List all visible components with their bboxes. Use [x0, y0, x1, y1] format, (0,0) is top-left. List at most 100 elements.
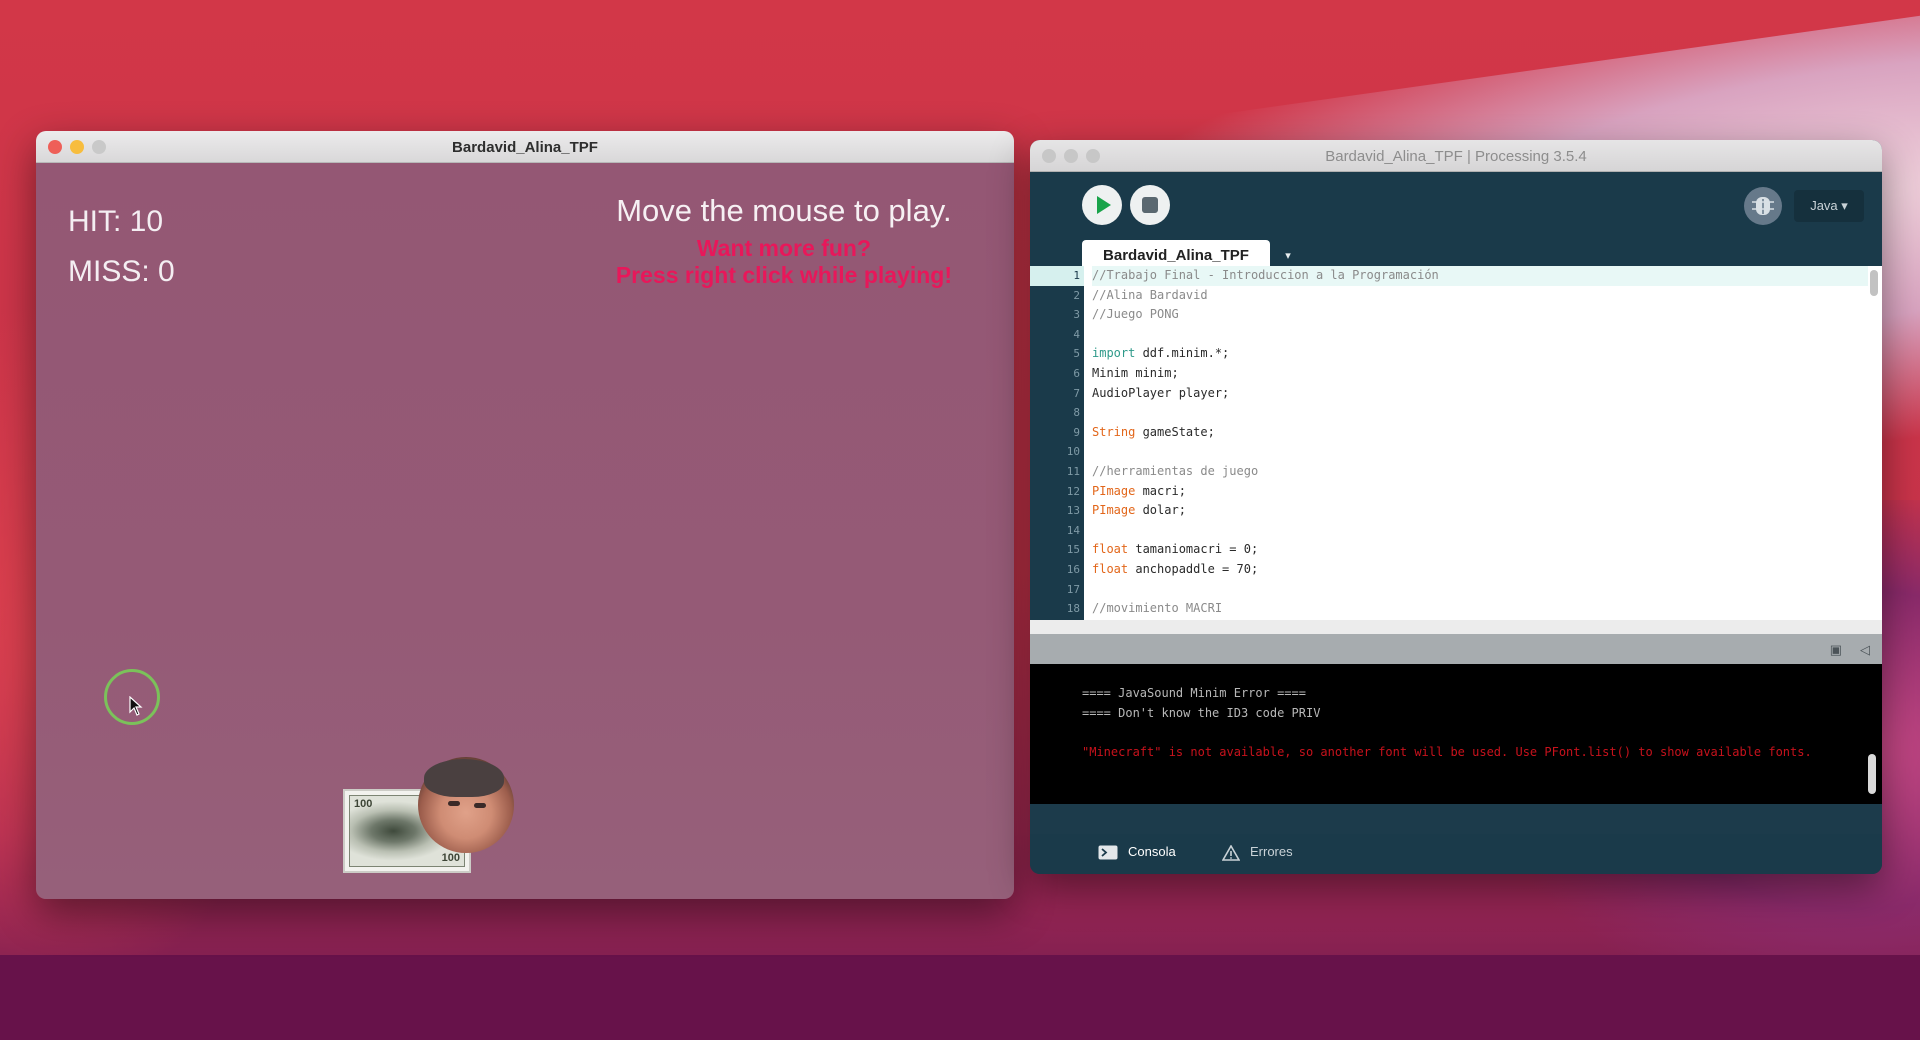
line-number: 7	[1073, 386, 1080, 400]
code-line[interactable]: //movimiento MACRI	[1092, 599, 1868, 619]
line-number: 1	[1030, 266, 1084, 286]
code-text: //Trabajo Final - Introduccion a la Prog…	[1092, 268, 1439, 282]
line-number: 5	[1073, 347, 1080, 361]
code-keyword: float	[1092, 542, 1129, 557]
ide-titlebar[interactable]: Bardavid_Alina_TPF | Processing 3.5.4	[1030, 140, 1882, 172]
code-line[interactable]: String gameState;	[1092, 423, 1868, 443]
code-line[interactable]: //Alina Bardavid	[1092, 286, 1868, 306]
collapse-icon[interactable]: ◁	[1860, 642, 1870, 658]
code-text: //herramientas de juego	[1092, 463, 1259, 478]
console-divider[interactable]: ▣ ◁	[1030, 634, 1882, 664]
instruction-main: Move the mouse to play.	[616, 193, 952, 228]
code-keyword: PImage	[1092, 483, 1136, 498]
line-number: 3	[1073, 308, 1080, 322]
ide-footer: Consola Errores	[1030, 834, 1882, 874]
line-number: 13	[1066, 504, 1080, 518]
processing-ide-window[interactable]: Bardavid_Alina_TPF | Processing 3.5.4 Ja…	[1030, 140, 1882, 874]
code-text: //Juego PONG	[1092, 307, 1179, 322]
tab-console[interactable]: Consola	[1098, 844, 1176, 860]
code-area[interactable]: //Trabajo Final - Introduccion a la Prog…	[1084, 266, 1868, 634]
line-number: 4	[1073, 327, 1080, 341]
line-number: 9	[1073, 425, 1080, 439]
debug-button[interactable]	[1744, 187, 1782, 225]
face-eye	[474, 803, 486, 808]
mouse-cursor-icon	[129, 696, 143, 716]
code-keyword: String	[1092, 424, 1136, 439]
editor-hscroll[interactable]	[1030, 620, 1882, 634]
code-line[interactable]: //Trabajo Final - Introduccion a la Prog…	[1092, 266, 1868, 286]
line-number: 11	[1066, 464, 1080, 478]
warning-icon	[1222, 844, 1240, 861]
code-line[interactable]	[1092, 521, 1868, 541]
game-canvas[interactable]: HIT: 10 MISS: 0 Move the mouse to play. …	[36, 163, 1014, 899]
code-line[interactable]: AudioPlayer player;	[1092, 384, 1868, 404]
tab-errors[interactable]: Errores	[1222, 844, 1293, 861]
line-number: 15	[1066, 543, 1080, 557]
hit-counter: HIT: 10	[68, 205, 164, 238]
code-text: tamaniomacri = 0;	[1128, 542, 1259, 557]
code-text: //movimiento MACRI	[1092, 601, 1223, 616]
code-text: AudioPlayer player;	[1092, 385, 1230, 400]
line-number: 12	[1066, 484, 1080, 498]
code-text: anchopaddle = 70;	[1128, 561, 1259, 576]
code-line[interactable]	[1092, 403, 1868, 423]
code-line[interactable]	[1092, 442, 1868, 462]
line-number: 18	[1066, 602, 1080, 616]
line-number: 16	[1066, 562, 1080, 576]
code-line[interactable]: float anchopaddle = 70;	[1092, 560, 1868, 580]
code-editor[interactable]: 12345678910111213141516171819 //Trabajo …	[1030, 266, 1882, 635]
wallpaper-band	[0, 955, 1920, 1040]
console-line: ==== JavaSound Minim Error ====	[1082, 686, 1306, 700]
miss-counter: MISS: 0	[68, 255, 175, 288]
line-number: 17	[1066, 582, 1080, 596]
window-title: Bardavid_Alina_TPF | Processing 3.5.4	[1325, 148, 1587, 165]
copy-icon[interactable]: ▣	[1830, 642, 1842, 658]
window-title: Bardavid_Alina_TPF	[452, 139, 598, 156]
code-line[interactable]: PImage macri;	[1092, 482, 1868, 502]
macri-ball	[418, 757, 514, 853]
code-keyword: PImage	[1092, 503, 1136, 518]
face-eye	[448, 801, 460, 806]
console-icon	[1098, 845, 1118, 860]
line-number: 6	[1073, 366, 1080, 380]
code-text: gameState;	[1135, 424, 1215, 439]
editor-scrollbar[interactable]	[1870, 270, 1878, 296]
code-line[interactable]: PImage dolar;	[1092, 501, 1868, 521]
code-line[interactable]: //herramientas de juego	[1092, 462, 1868, 482]
code-line[interactable]: //Juego PONG	[1092, 305, 1868, 325]
console-error: "Minecraft" is not available, so another…	[1082, 745, 1812, 760]
code-line[interactable]: import ddf.minim.*;	[1092, 344, 1868, 364]
debug-icon	[1752, 197, 1774, 215]
play-icon	[1097, 196, 1111, 214]
code-keyword: float	[1092, 561, 1129, 576]
instruction-fun: Want more fun?	[696, 235, 871, 261]
code-line[interactable]: Minim minim;	[1092, 364, 1868, 384]
instruction-right-click: Press right click while playing!	[615, 262, 952, 288]
face-hair	[424, 759, 504, 797]
code-line[interactable]	[1092, 580, 1868, 600]
console-scrollbar[interactable]	[1868, 754, 1876, 794]
ide-toolbar: Java ▾ Bardavid_Alina_TPF ▾	[1030, 172, 1882, 272]
sketch-window[interactable]: Bardavid_Alina_TPF HIT: 10 MISS: 0 Move …	[36, 131, 1014, 899]
run-button[interactable]	[1082, 185, 1122, 225]
line-number-gutter: 12345678910111213141516171819	[1030, 266, 1084, 635]
dollar-corner-number: 100	[441, 852, 460, 864]
instructions: Move the mouse to play. Want more fun? P…	[616, 193, 952, 289]
stop-button[interactable]	[1130, 185, 1170, 225]
console-line: ==== Don't know the ID3 code PRIV	[1082, 705, 1321, 720]
code-line[interactable]: float tamaniomacri = 0;	[1092, 540, 1868, 560]
line-number: 10	[1066, 445, 1080, 459]
sketch-titlebar[interactable]: Bardavid_Alina_TPF	[36, 131, 1014, 163]
code-text: dolar;	[1135, 503, 1186, 518]
stop-icon	[1142, 197, 1158, 213]
mode-selector[interactable]: Java ▾	[1794, 190, 1864, 222]
line-number: 2	[1073, 288, 1080, 302]
code-text: Minim minim;	[1092, 365, 1179, 380]
code-keyword: import	[1092, 346, 1136, 361]
code-line[interactable]	[1092, 325, 1868, 345]
tab-console-label: Consola	[1128, 844, 1176, 859]
code-text: ddf.minim.*;	[1135, 346, 1230, 361]
code-text: macri;	[1135, 483, 1186, 498]
console-output: ==== JavaSound Minim Error ==== ==== Don…	[1030, 664, 1882, 804]
code-text: //Alina Bardavid	[1092, 287, 1208, 302]
